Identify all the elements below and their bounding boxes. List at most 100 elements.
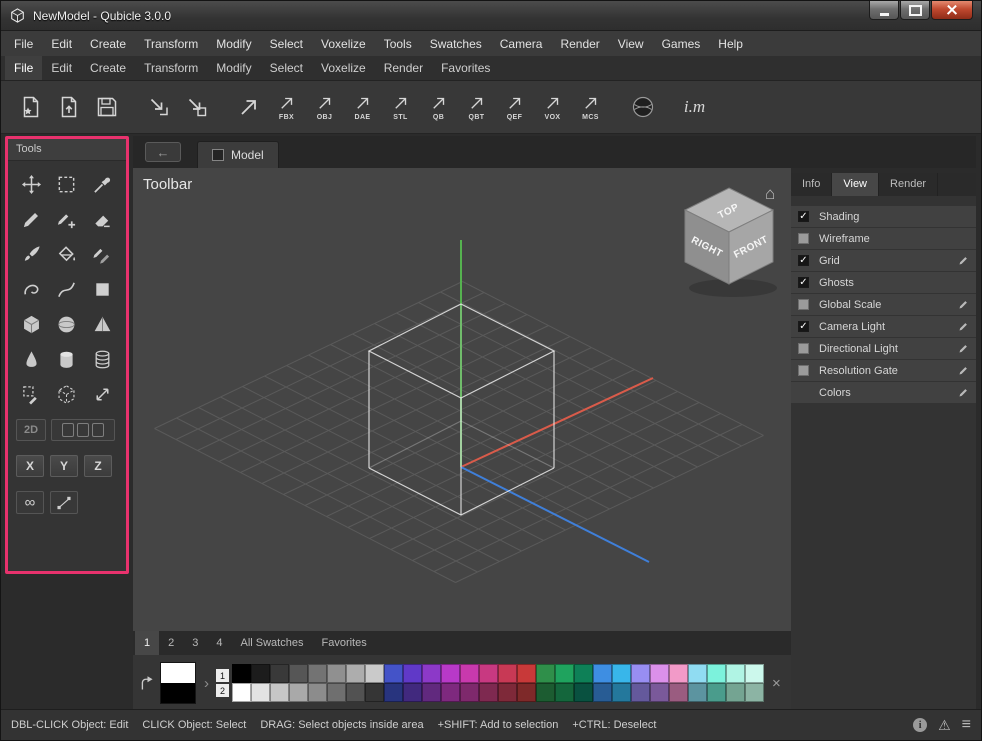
context-menu-modify[interactable]: Modify [207, 56, 260, 80]
tool-pick-color[interactable] [19, 381, 45, 407]
tool-select-volume[interactable] [54, 381, 80, 407]
tool-pencil-add[interactable] [54, 206, 80, 232]
resolution-gate-checkbox[interactable] [798, 365, 809, 376]
tool-eyedropper[interactable] [89, 171, 115, 197]
swatch-r2-c13[interactable] [460, 683, 479, 702]
save-file-button[interactable] [89, 84, 124, 130]
export-mcs-button[interactable]: MCS [573, 84, 608, 130]
tab-model[interactable]: Model [197, 141, 279, 168]
swatch-r1-c17[interactable] [536, 664, 555, 683]
axis-x-button[interactable]: X [16, 455, 44, 477]
tool-smear[interactable] [19, 276, 45, 302]
swatch-r2-c12[interactable] [441, 683, 460, 702]
sketchfab-button[interactable] [625, 84, 660, 130]
remove-swatch-button[interactable]: × [772, 676, 781, 691]
swatch-r2-c11[interactable] [422, 683, 441, 702]
swatch-r2-c20[interactable] [593, 683, 612, 702]
tool-move[interactable] [19, 171, 45, 197]
tool-box[interactable] [19, 311, 45, 337]
swatch-r1-c26[interactable] [707, 664, 726, 683]
camera-light-checkbox[interactable]: ✓ [798, 321, 809, 332]
menu-render[interactable]: Render [551, 31, 608, 56]
tab-info[interactable]: Info [791, 173, 832, 196]
edit-colors-icon[interactable] [958, 387, 969, 398]
swatch-r2-c10[interactable] [403, 683, 422, 702]
swatch-tab-4[interactable]: 4 [207, 631, 231, 655]
viewport[interactable]: TOP RIGHT FRONT ⌂ Toolbar [133, 168, 791, 631]
close-button[interactable] [931, 1, 973, 20]
edit-directional-light-icon[interactable] [958, 343, 969, 354]
menu-transform[interactable]: Transform [135, 31, 207, 56]
home-icon[interactable]: ⌂ [765, 184, 775, 203]
export-qef-button[interactable]: QEF [497, 84, 532, 130]
swatch-r1-c25[interactable] [688, 664, 707, 683]
swatch-tab-2[interactable]: 2 [159, 631, 183, 655]
tool-eraser[interactable] [89, 206, 115, 232]
new-file-button[interactable] [13, 84, 48, 130]
tool-cone[interactable] [19, 346, 45, 372]
maximize-button[interactable] [900, 1, 930, 20]
swatch-r2-c3[interactable] [270, 683, 289, 702]
grid-checkbox[interactable]: ✓ [798, 255, 809, 266]
swatch-r1-c14[interactable] [479, 664, 498, 683]
swatch-r1-c18[interactable] [555, 664, 574, 683]
swatch-r2-c6[interactable] [327, 683, 346, 702]
tool-replace-color[interactable] [89, 241, 115, 267]
tool-curve[interactable] [54, 276, 80, 302]
swatch-tab-favorites[interactable]: Favorites [312, 631, 375, 655]
swatch-r2-c17[interactable] [536, 683, 555, 702]
swatch-r2-c15[interactable] [498, 683, 517, 702]
global-scale-checkbox[interactable] [798, 299, 809, 310]
swatch-r1-c10[interactable] [403, 664, 422, 683]
wireframe-checkbox[interactable] [798, 233, 809, 244]
menu-create[interactable]: Create [81, 31, 135, 56]
export-obj-button[interactable]: OBJ [307, 84, 342, 130]
export-button[interactable] [231, 84, 266, 130]
ghosts-checkbox[interactable]: ✓ [798, 277, 809, 288]
swatch-r1-c19[interactable] [574, 664, 593, 683]
orientation-cube[interactable]: TOP RIGHT FRONT [685, 188, 777, 297]
menu-view[interactable]: View [609, 31, 653, 56]
tool-brush[interactable] [19, 241, 45, 267]
export-qb-button[interactable]: QB [421, 84, 456, 130]
swatch-r2-c25[interactable] [688, 683, 707, 702]
edit-global-scale-icon[interactable] [958, 299, 969, 310]
context-menu-render[interactable]: Render [375, 56, 432, 80]
swatch-r1-c12[interactable] [441, 664, 460, 683]
edit-resolution-gate-icon[interactable] [958, 365, 969, 376]
warning-icon[interactable]: ⚠ [938, 718, 951, 732]
swatch-r2-c2[interactable] [251, 683, 270, 702]
swatch-r1-c3[interactable] [270, 664, 289, 683]
export-dae-button[interactable]: DAE [345, 84, 380, 130]
secondary-color[interactable] [161, 683, 195, 703]
import-merge-button[interactable] [179, 84, 214, 130]
tool-fill[interactable] [54, 241, 80, 267]
tool-scale[interactable] [89, 381, 115, 407]
edit-camera-light-icon[interactable] [958, 321, 969, 332]
menu-file[interactable]: File [5, 31, 42, 56]
open-file-button[interactable] [51, 84, 86, 130]
swatch-r2-c26[interactable] [707, 683, 726, 702]
swatch-r1-c11[interactable] [422, 664, 441, 683]
context-menu-favorites[interactable]: Favorites [432, 56, 499, 80]
swatch-r1-c20[interactable] [593, 664, 612, 683]
shading-checkbox[interactable]: ✓ [798, 211, 809, 222]
swatch-r2-c28[interactable] [745, 683, 764, 702]
swatch-r2-c7[interactable] [346, 683, 365, 702]
export-vox-button[interactable]: VOX [535, 84, 570, 130]
swatch-r2-c16[interactable] [517, 683, 536, 702]
menu-tools[interactable]: Tools [375, 31, 421, 56]
swatch-r2-c22[interactable] [631, 683, 650, 702]
menu-select[interactable]: Select [261, 31, 312, 56]
swatch-r2-c4[interactable] [289, 683, 308, 702]
swatch-r1-c23[interactable] [650, 664, 669, 683]
context-menu-voxelize[interactable]: Voxelize [312, 56, 375, 80]
minimize-button[interactable] [869, 1, 899, 20]
swatch-r1-c24[interactable] [669, 664, 688, 683]
axis-z-button[interactable]: Z [84, 455, 112, 477]
tool-stack[interactable] [89, 346, 115, 372]
tool-rect-select[interactable] [54, 171, 80, 197]
tab-view[interactable]: View [832, 173, 879, 196]
swatch-tab-3[interactable]: 3 [183, 631, 207, 655]
menu-games[interactable]: Games [653, 31, 710, 56]
